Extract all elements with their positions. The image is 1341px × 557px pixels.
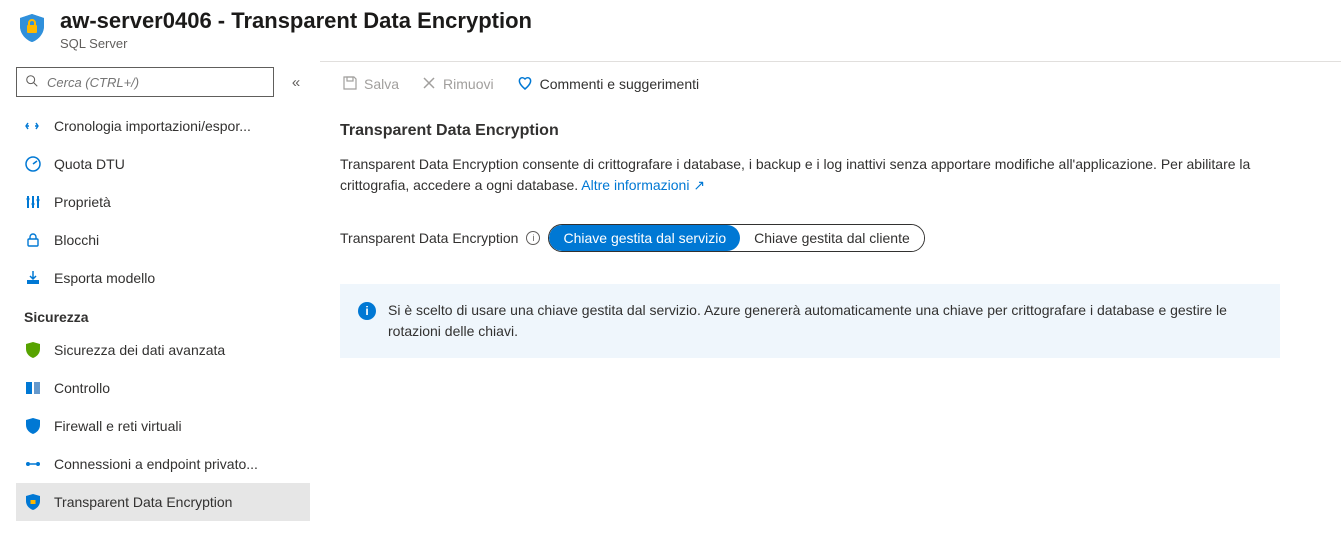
- sidebar-item-import-history[interactable]: Cronologia importazioni/espor...: [16, 107, 310, 145]
- sidebar-item-label: Quota DTU: [54, 156, 302, 172]
- feedback-button[interactable]: Commenti e suggerimenti: [508, 70, 708, 99]
- sidebar-item-advanced-security[interactable]: Sicurezza dei dati avanzata: [16, 331, 310, 369]
- lock-icon: [24, 231, 42, 249]
- search-input[interactable]: [47, 75, 265, 90]
- remove-button[interactable]: Rimuovi: [413, 71, 502, 98]
- history-icon: [24, 117, 42, 135]
- sidebar-item-label: Sicurezza dei dati avanzata: [54, 342, 302, 358]
- collapse-sidebar-button[interactable]: «: [282, 67, 310, 97]
- setting-label: Transparent Data Encryption: [340, 230, 518, 246]
- sidebar-item-label: Firewall e reti virtuali: [54, 418, 302, 434]
- firewall-icon: [24, 417, 42, 435]
- info-banner-text: Si è scelto di usare una chiave gestita …: [388, 300, 1262, 342]
- sidebar-item-label: Controllo: [54, 380, 302, 396]
- sidebar-item-tde[interactable]: Transparent Data Encryption: [16, 483, 310, 521]
- shield-green-icon: [24, 341, 42, 359]
- heart-icon: [516, 74, 534, 95]
- content-heading: Transparent Data Encryption: [340, 122, 1280, 140]
- page-header: aw-server0406 - Transparent Data Encrypt…: [0, 0, 1341, 61]
- save-button[interactable]: Salva: [334, 71, 407, 98]
- save-label: Salva: [364, 76, 399, 92]
- sidebar-section-security: Sicurezza: [16, 297, 310, 331]
- sidebar-item-label: Proprietà: [54, 194, 302, 210]
- tde-setting-row: Transparent Data Encryption i Chiave ges…: [340, 224, 1280, 252]
- learn-more-link[interactable]: Altre informazioni ↗: [581, 177, 705, 193]
- sidebar-item-firewall[interactable]: Firewall e reti virtuali: [16, 407, 310, 445]
- content-description: Transparent Data Encryption consente di …: [340, 154, 1280, 196]
- sidebar-item-properties[interactable]: Proprietà: [16, 183, 310, 221]
- sidebar-item-private-endpoint[interactable]: Connessioni a endpoint privato...: [16, 445, 310, 483]
- sidebar-item-label: Blocchi: [54, 232, 302, 248]
- sidebar-item-label: Transparent Data Encryption: [54, 494, 302, 510]
- sidebar-item-label: Connessioni a endpoint privato...: [54, 456, 302, 472]
- feedback-label: Commenti e suggerimenti: [540, 76, 700, 92]
- sidebar-item-export-template[interactable]: Esporta modello: [16, 259, 310, 297]
- gauge-icon: [24, 155, 42, 173]
- save-icon: [342, 75, 358, 94]
- shield-lock-icon: [16, 12, 48, 44]
- info-circle-icon: i: [358, 302, 376, 320]
- sidebar-item-dtu-quota[interactable]: Quota DTU: [16, 145, 310, 183]
- key-type-toggle: Chiave gestita dal servizio Chiave gesti…: [548, 224, 924, 252]
- remove-label: Rimuovi: [443, 76, 494, 92]
- properties-icon: [24, 193, 42, 211]
- sidebar: « Cronologia importazioni/espor... Quota…: [0, 61, 320, 556]
- page-title: aw-server0406 - Transparent Data Encrypt…: [60, 8, 532, 34]
- toggle-customer-managed[interactable]: Chiave gestita dal cliente: [740, 225, 924, 251]
- endpoint-icon: [24, 455, 42, 473]
- search-icon: [25, 74, 39, 91]
- external-link-icon: ↗: [693, 177, 705, 193]
- shield-blue-icon: [24, 493, 42, 511]
- sidebar-item-locks[interactable]: Blocchi: [16, 221, 310, 259]
- search-input-wrapper[interactable]: [16, 67, 274, 97]
- toggle-service-managed[interactable]: Chiave gestita dal servizio: [549, 225, 740, 251]
- page-subtitle: SQL Server: [60, 36, 532, 51]
- close-icon: [421, 75, 437, 94]
- info-banner: i Si è scelto di usare una chiave gestit…: [340, 284, 1280, 358]
- main-content: Salva Rimuovi Commenti e suggerimenti Tr…: [320, 61, 1341, 556]
- sidebar-item-label: Cronologia importazioni/espor...: [54, 118, 302, 134]
- export-icon: [24, 269, 42, 287]
- sidebar-item-label: Esporta modello: [54, 270, 302, 286]
- toolbar: Salva Rimuovi Commenti e suggerimenti: [320, 62, 1341, 106]
- sidebar-item-audit[interactable]: Controllo: [16, 369, 310, 407]
- audit-icon: [24, 379, 42, 397]
- info-icon[interactable]: i: [526, 231, 540, 245]
